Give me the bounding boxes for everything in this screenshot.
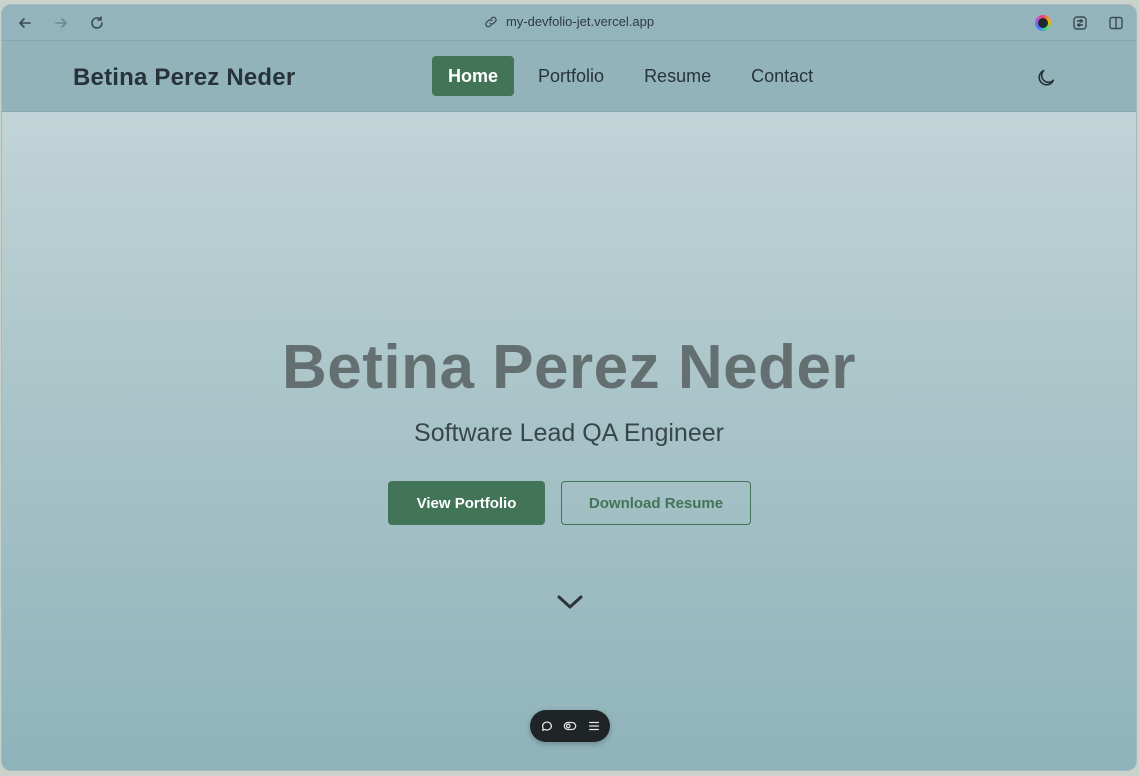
hero-subtitle: Software Lead QA Engineer — [414, 419, 724, 447]
site-brand[interactable]: Betina Perez Neder — [73, 64, 295, 92]
view-portfolio-button[interactable]: View Portfolio — [388, 481, 545, 525]
site-header: Betina Perez Neder Home Portfolio Resume… — [2, 41, 1136, 112]
moon-icon[interactable] — [1035, 67, 1057, 89]
nav-contact[interactable]: Contact — [735, 56, 829, 96]
nav-resume[interactable]: Resume — [628, 56, 727, 96]
nav-portfolio[interactable]: Portfolio — [522, 56, 620, 96]
hero-actions: View Portfolio Download Resume — [388, 481, 751, 525]
hero-section: Betina Perez Neder Software Lead QA Engi… — [2, 112, 1136, 770]
floating-toolbar — [530, 710, 610, 742]
link-icon — [485, 16, 497, 27]
toggle-icon[interactable] — [563, 719, 577, 733]
sliders-icon[interactable] — [1069, 12, 1091, 34]
download-resume-button[interactable]: Download Resume — [561, 481, 751, 525]
menu-icon[interactable] — [587, 719, 601, 733]
url-text: my-devfolio-jet.vercel.app — [505, 14, 655, 29]
address-bar[interactable]: my-devfolio-jet.vercel.app — [2, 14, 1136, 29]
main-nav: Home Portfolio Resume Contact — [432, 56, 837, 96]
color-extension-icon[interactable] — [1035, 15, 1051, 31]
nav-home[interactable]: Home — [432, 56, 515, 96]
browser-toolbar: my-devfolio-jet.vercel.app — [2, 5, 1136, 41]
browser-window: my-devfolio-jet.vercel.app Betina Perez … — [1, 4, 1137, 771]
chevron-down-icon[interactable] — [555, 590, 585, 614]
sidebar-icon[interactable] — [1105, 12, 1127, 34]
hero-title: Betina Perez Neder — [281, 333, 857, 402]
comment-icon[interactable] — [540, 719, 554, 733]
